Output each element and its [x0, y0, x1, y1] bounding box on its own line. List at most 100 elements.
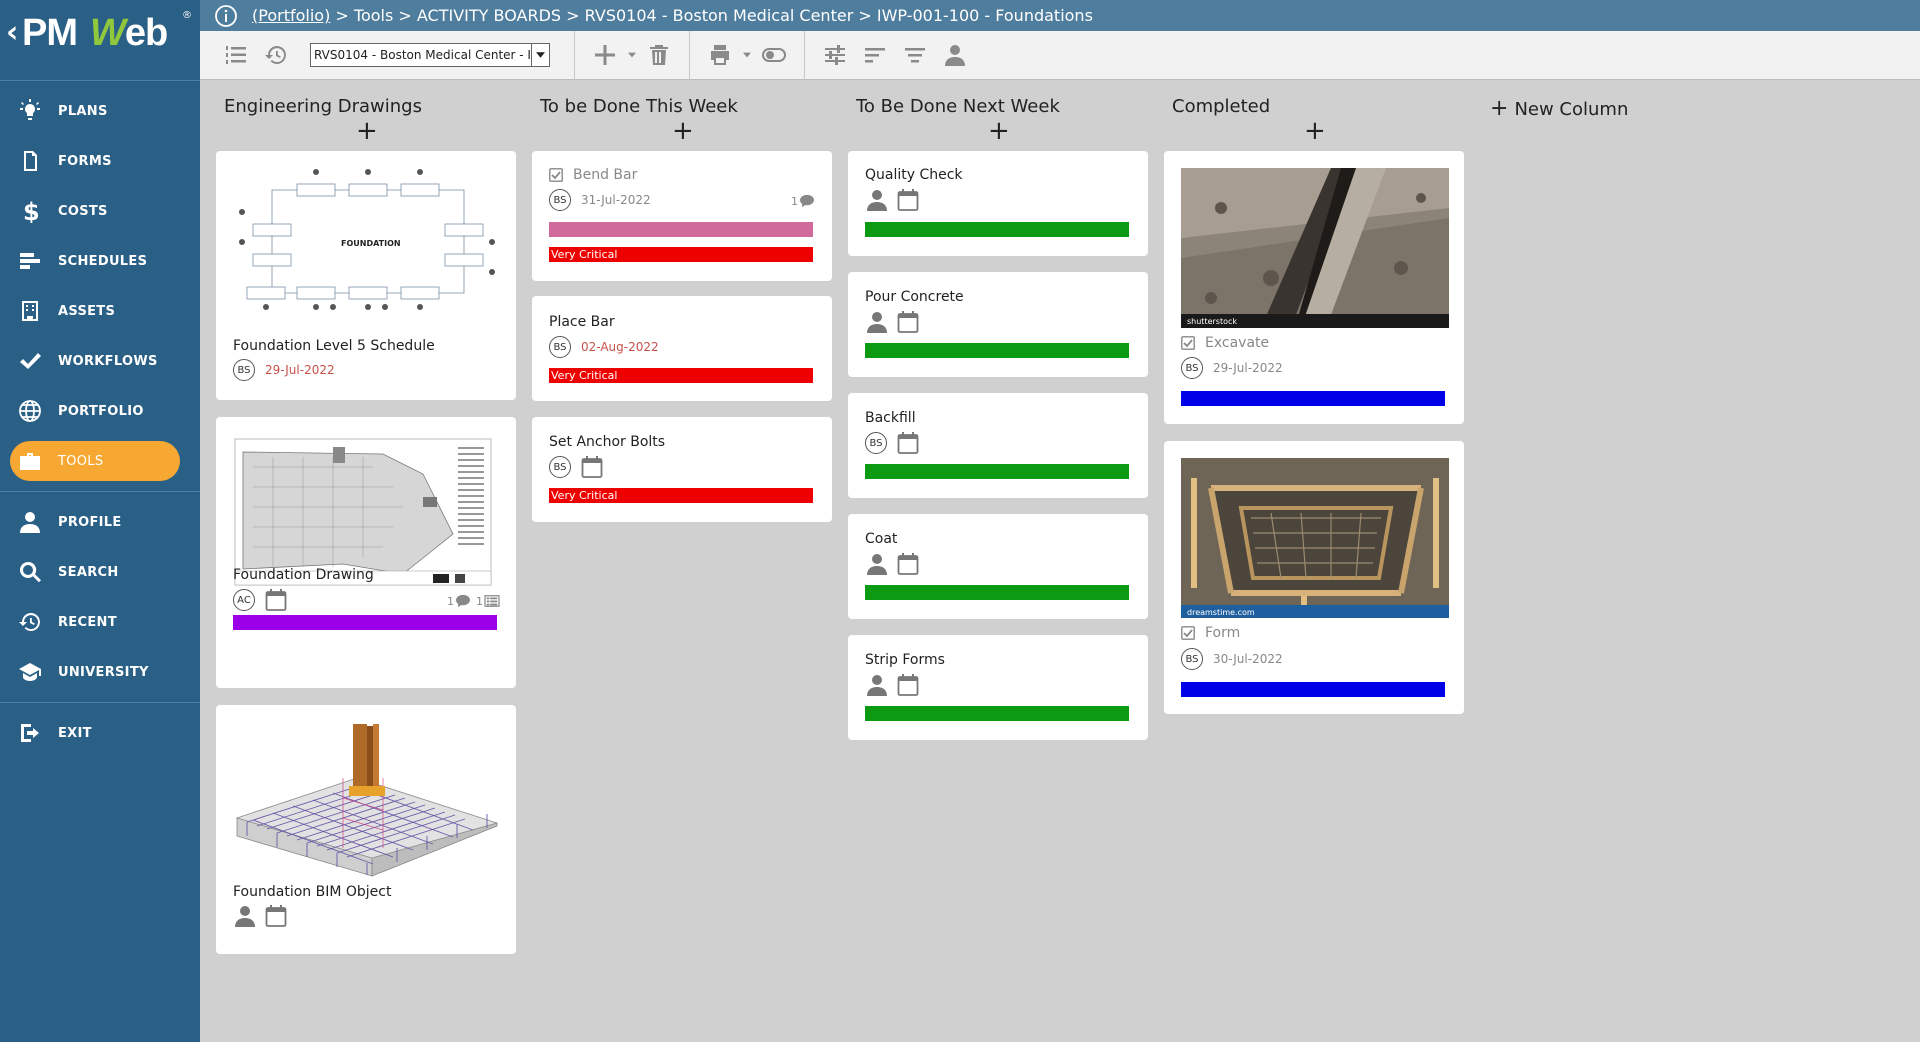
avatar[interactable]: BS — [549, 336, 571, 358]
add-card-button[interactable]: + — [356, 118, 378, 144]
add-button[interactable] — [585, 35, 625, 75]
calendar-icon[interactable] — [897, 431, 919, 455]
print-dropdown-button[interactable] — [740, 35, 754, 75]
avatar[interactable]: BS — [549, 456, 571, 478]
nav-item-university[interactable]: UNIVERSITY — [10, 652, 180, 692]
avatar[interactable]: BS — [1181, 648, 1203, 670]
new-column-button[interactable]: + New Column — [1490, 96, 1628, 121]
card-thumbnail — [233, 437, 501, 587]
toggle-button[interactable] — [754, 35, 794, 75]
user-filter-button[interactable] — [935, 35, 975, 75]
person-icon[interactable] — [865, 310, 889, 334]
chevron-down-icon — [628, 52, 636, 58]
nav-item-tools[interactable]: TOOLS — [10, 441, 180, 481]
avatar[interactable]: BS — [233, 359, 255, 381]
board-card[interactable]: shutterstock Excavate BS 29-Jul-2022 — [1164, 151, 1464, 424]
chevron-down-icon[interactable] — [531, 44, 549, 66]
board-card[interactable]: Quality Check — [848, 151, 1148, 256]
nav-divider — [0, 80, 200, 81]
calendar-icon[interactable] — [265, 904, 287, 928]
priority-bar: Very Critical — [549, 247, 813, 262]
nav-item-workflows[interactable]: WORKFLOWS — [10, 341, 180, 381]
nav-item-exit[interactable]: EXIT — [10, 713, 180, 753]
add-card-button[interactable]: + — [1304, 118, 1326, 144]
board-card[interactable]: Pour Concrete — [848, 272, 1148, 377]
print-button[interactable] — [700, 35, 740, 75]
avatar[interactable]: AC — [233, 589, 255, 611]
comment-counter[interactable]: 1 — [791, 194, 816, 208]
calendar-icon[interactable] — [897, 310, 919, 334]
avatar[interactable]: BS — [865, 432, 887, 454]
completed-checkbox-icon[interactable] — [549, 168, 563, 182]
breadcrumb-portfolio-link[interactable]: (Portfolio) — [252, 6, 330, 25]
nav-item-assets[interactable]: ASSETS — [10, 291, 180, 331]
board-card[interactable]: Strip Forms — [848, 635, 1148, 740]
calendar-icon[interactable] — [897, 188, 919, 212]
back-chevron-icon[interactable]: ‹ — [6, 18, 18, 48]
nav-item-portfolio[interactable]: PORTFOLIO — [10, 391, 180, 431]
card-title: Place Bar — [549, 314, 615, 330]
nav-divider — [0, 702, 200, 703]
info-icon[interactable] — [214, 4, 238, 28]
avatar[interactable]: BS — [549, 189, 571, 211]
delete-button[interactable] — [639, 35, 679, 75]
board-card[interactable]: Backfill BS — [848, 393, 1148, 498]
nav-item-forms[interactable]: FORMS — [10, 141, 180, 181]
sliders-icon — [825, 45, 845, 65]
board-card[interactable]: FOUNDATION Foundation Level 5 Schedule B… — [216, 151, 516, 400]
trash-icon — [650, 45, 668, 65]
calendar-icon[interactable] — [897, 673, 919, 697]
nav-item-plans[interactable]: PLANS — [10, 91, 180, 131]
card-thumbnail: FOUNDATION — [233, 164, 501, 319]
excavation-photo: shutterstock — [1181, 168, 1449, 328]
board-card[interactable]: Place Bar BS 02-Aug-2022 Very Critical — [532, 296, 832, 401]
svg-text:$: $ — [23, 199, 40, 223]
attachment-counter[interactable]: 1 — [476, 594, 501, 608]
nav-item-recent[interactable]: RECENT — [10, 602, 180, 642]
filter-icon — [905, 48, 925, 63]
avatar[interactable]: BS — [1181, 357, 1203, 379]
floorplan-image — [234, 438, 492, 586]
nav-item-search[interactable]: SEARCH — [10, 552, 180, 592]
calendar-icon[interactable] — [897, 552, 919, 576]
lightbulb-icon — [10, 99, 50, 123]
list-view-button[interactable] — [216, 35, 256, 75]
priority-bar: Very Critical — [549, 488, 813, 503]
nav-item-profile[interactable]: PROFILE — [10, 502, 180, 542]
due-date: 02-Aug-2022 — [581, 340, 659, 354]
chevron-down-icon — [743, 52, 751, 58]
nav-item-schedules[interactable]: SCHEDULES — [10, 241, 180, 281]
category-bar — [865, 222, 1129, 237]
board-card[interactable]: dreamstime.com Form BS 30-Jul-2022 — [1164, 441, 1464, 714]
person-icon[interactable] — [233, 904, 257, 928]
history-button[interactable] — [256, 35, 296, 75]
person-icon[interactable] — [865, 552, 889, 576]
board-card[interactable]: Set Anchor Bolts BS Very Critical — [532, 417, 832, 522]
person-icon[interactable] — [865, 673, 889, 697]
comment-counter[interactable]: 1 — [447, 594, 472, 608]
sidebar: ‹ PM Web ® PLANS FORMS $ COSTS SCHEDULES… — [0, 0, 200, 1042]
sort-button[interactable] — [855, 35, 895, 75]
add-card-button[interactable]: + — [988, 118, 1010, 144]
card-photo: shutterstock — [1181, 168, 1449, 328]
board-card[interactable]: Coat — [848, 514, 1148, 619]
person-icon[interactable] — [865, 188, 889, 212]
completed-checkbox-icon[interactable] — [1181, 336, 1195, 350]
breadcrumb-path: > Tools > ACTIVITY BOARDS > RVS0104 - Bo… — [330, 6, 1093, 25]
calendar-icon[interactable] — [265, 588, 287, 612]
completed-checkbox-icon[interactable] — [1181, 626, 1195, 640]
photo-credit: shutterstock — [1187, 317, 1237, 326]
board-card[interactable]: Foundation BIM Object — [216, 705, 516, 954]
calendar-icon[interactable] — [581, 455, 603, 479]
add-card-button[interactable]: + — [672, 118, 694, 144]
settings-sliders-button[interactable] — [815, 35, 855, 75]
pmweb-logo[interactable]: ‹ PM Web ® — [4, 8, 196, 62]
board-card[interactable]: Foundation Drawing AC 1 1 — [216, 417, 516, 688]
board-card[interactable]: Bend Bar BS 31-Jul-2022 1 Very Critical — [532, 151, 832, 281]
nav-item-costs[interactable]: $ COSTS — [10, 191, 180, 231]
add-dropdown-button[interactable] — [625, 35, 639, 75]
filter-button[interactable] — [895, 35, 935, 75]
card-title: Foundation Drawing — [233, 567, 374, 583]
project-select[interactable]: RVS0104 - Boston Medical Center - I — [310, 43, 550, 67]
card-title: Form — [1205, 625, 1241, 641]
